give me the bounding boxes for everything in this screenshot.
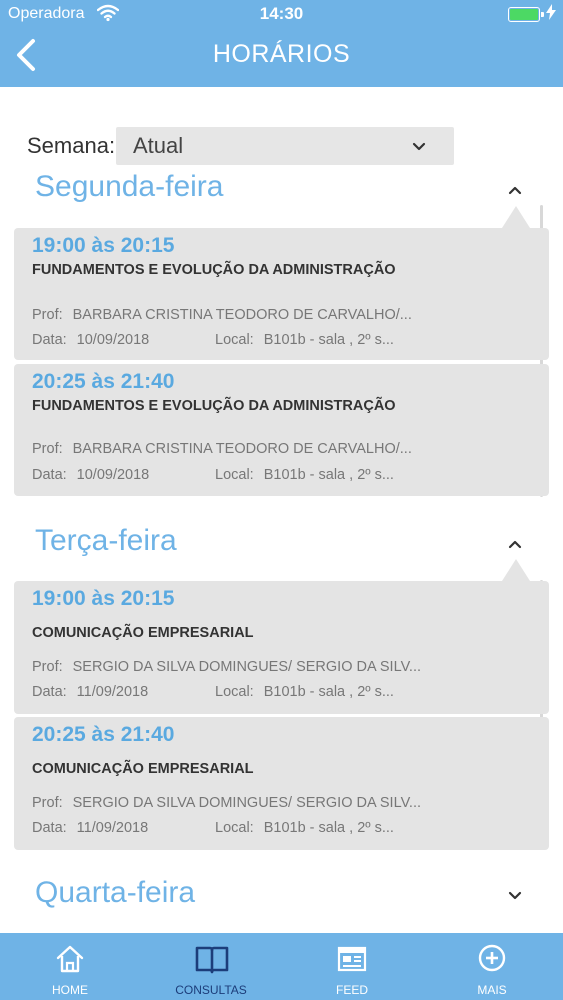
class-time: 19:00 às 20:15 — [32, 587, 175, 610]
tab-mais[interactable]: MAIS — [422, 933, 562, 1000]
class-card[interactable]: 19:00 às 20:15 COMUNICAÇÃO EMPRESARIAL P… — [14, 581, 549, 714]
date-label: Data: — [32, 467, 67, 483]
class-location: Local: B101b - sala , 2º s... — [215, 467, 394, 483]
week-select[interactable]: Atual — [116, 127, 454, 165]
tab-label: MAIS — [477, 983, 507, 997]
prof-value: SERGIO DA SILVA DOMINGUES/ SERGIO DA SIL… — [72, 795, 422, 811]
day-header-terca[interactable]: Terça-feira — [35, 524, 177, 558]
local-label: Local: — [215, 820, 254, 836]
local-label: Local: — [215, 332, 254, 348]
status-bar: Operadora 14:30 — [0, 0, 563, 30]
class-date: Data: 11/09/2018 — [32, 820, 148, 836]
class-professor: Prof: BARBARA CRISTINA TEODORO DE CARVALH… — [32, 441, 412, 457]
feed-icon — [337, 946, 367, 972]
class-date: Data: 10/09/2018 — [32, 467, 149, 483]
date-label: Data: — [32, 332, 67, 348]
prof-label: Prof: — [32, 795, 63, 811]
week-select-value: Atual — [133, 133, 184, 158]
class-card[interactable]: 19:00 às 20:15 FUNDAMENTOS E EVOLUÇÃO DA… — [14, 228, 549, 360]
local-value: B101b - sala , 2º s... — [263, 467, 394, 483]
prof-label: Prof: — [32, 659, 63, 675]
date-value: 11/09/2018 — [76, 820, 149, 836]
class-location: Local: B101b - sala , 2º s... — [215, 820, 394, 836]
book-icon — [195, 946, 229, 974]
class-professor: Prof: SERGIO DA SILVA DOMINGUES/ SERGIO D… — [32, 795, 421, 811]
class-card[interactable]: 20:25 às 21:40 FUNDAMENTOS E EVOLUÇÃO DA… — [14, 364, 549, 496]
class-professor: Prof: SERGIO DA SILVA DOMINGUES/ SERGIO D… — [32, 659, 421, 675]
date-value: 11/09/2018 — [76, 684, 149, 700]
class-time: 20:25 às 21:40 — [32, 370, 175, 393]
tab-label: CONSULTAS — [175, 983, 247, 997]
local-value: B101b - sala , 2º s... — [263, 332, 394, 348]
chevron-up-icon[interactable] — [508, 534, 522, 553]
status-time: 14:30 — [259, 4, 304, 23]
prof-value: BARBARA CRISTINA TEODORO DE CARVALHO/... — [72, 441, 412, 457]
prof-value: BARBARA CRISTINA TEODORO DE CARVALHO/... — [72, 307, 412, 323]
date-label: Data: — [32, 820, 67, 836]
local-value: B101b - sala , 2º s... — [263, 820, 394, 836]
day-header-quarta[interactable]: Quarta-feira — [35, 876, 195, 910]
tab-label: HOME — [52, 983, 88, 997]
prof-label: Prof: — [32, 307, 63, 323]
local-value: B101b - sala , 2º s... — [263, 684, 394, 700]
class-date: Data: 10/09/2018 — [32, 332, 149, 348]
section-pointer — [502, 206, 530, 228]
class-date: Data: 11/09/2018 — [32, 684, 148, 700]
day-header-segunda[interactable]: Segunda-feira — [35, 170, 223, 204]
week-filter-label: Semana: — [27, 133, 116, 158]
battery-icon — [508, 7, 544, 22]
class-subject: FUNDAMENTOS E EVOLUÇÃO DA ADMINISTRAÇÃO — [32, 398, 396, 414]
class-subject: FUNDAMENTOS E EVOLUÇÃO DA ADMINISTRAÇÃO — [32, 262, 396, 278]
tab-consultas[interactable]: CONSULTAS — [141, 933, 281, 1000]
class-time: 20:25 às 21:40 — [32, 723, 175, 746]
date-label: Data: — [32, 684, 67, 700]
tab-label: FEED — [335, 983, 368, 997]
class-card[interactable]: 20:25 às 21:40 COMUNICAÇÃO EMPRESARIAL P… — [14, 717, 549, 850]
plus-circle-icon — [478, 944, 506, 972]
tab-home[interactable]: HOME — [0, 933, 140, 1000]
page-title: HORÁRIOS — [212, 40, 351, 68]
prof-label: Prof: — [32, 441, 63, 457]
class-location: Local: B101b - sala , 2º s... — [215, 332, 394, 348]
tab-feed[interactable]: FEED — [282, 933, 422, 1000]
class-subject: COMUNICAÇÃO EMPRESARIAL — [32, 625, 254, 641]
class-subject: COMUNICAÇÃO EMPRESARIAL — [32, 761, 254, 777]
chevron-down-icon[interactable] — [508, 886, 522, 905]
home-icon — [56, 945, 84, 973]
charging-icon — [546, 4, 556, 24]
class-time: 19:00 às 20:15 — [32, 234, 175, 257]
section-pointer — [502, 559, 530, 581]
tab-bar: HOME CONSULTAS FEED MAIS — [0, 933, 563, 1000]
class-location: Local: B101b - sala , 2º s... — [215, 684, 394, 700]
local-label: Local: — [215, 467, 254, 483]
prof-value: SERGIO DA SILVA DOMINGUES/ SERGIO DA SIL… — [72, 659, 422, 675]
class-professor: Prof: BARBARA CRISTINA TEODORO DE CARVALH… — [32, 307, 412, 323]
chevron-up-icon[interactable] — [508, 180, 522, 199]
app-header: Operadora 14:30 HORÁRIOS — [0, 0, 563, 87]
date-value: 10/09/2018 — [76, 332, 150, 348]
chevron-down-icon — [412, 137, 426, 156]
local-label: Local: — [215, 684, 254, 700]
date-value: 10/09/2018 — [76, 467, 150, 483]
